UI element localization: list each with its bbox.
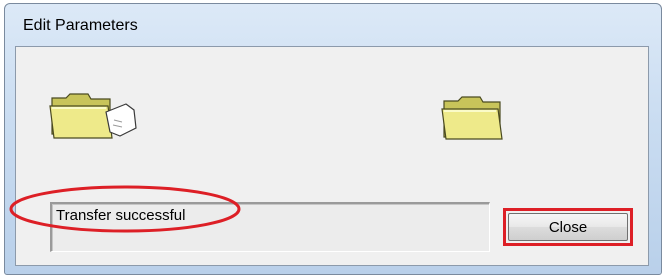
folder-with-document-icon [49, 93, 137, 139]
folder-icon [441, 96, 503, 140]
close-button[interactable]: Close [503, 208, 633, 246]
annotation-ellipse [9, 185, 241, 233]
dialog-title: Edit Parameters [23, 17, 138, 34]
close-button-label: Close [508, 213, 628, 241]
title-bar[interactable]: Edit Parameters [5, 4, 661, 46]
